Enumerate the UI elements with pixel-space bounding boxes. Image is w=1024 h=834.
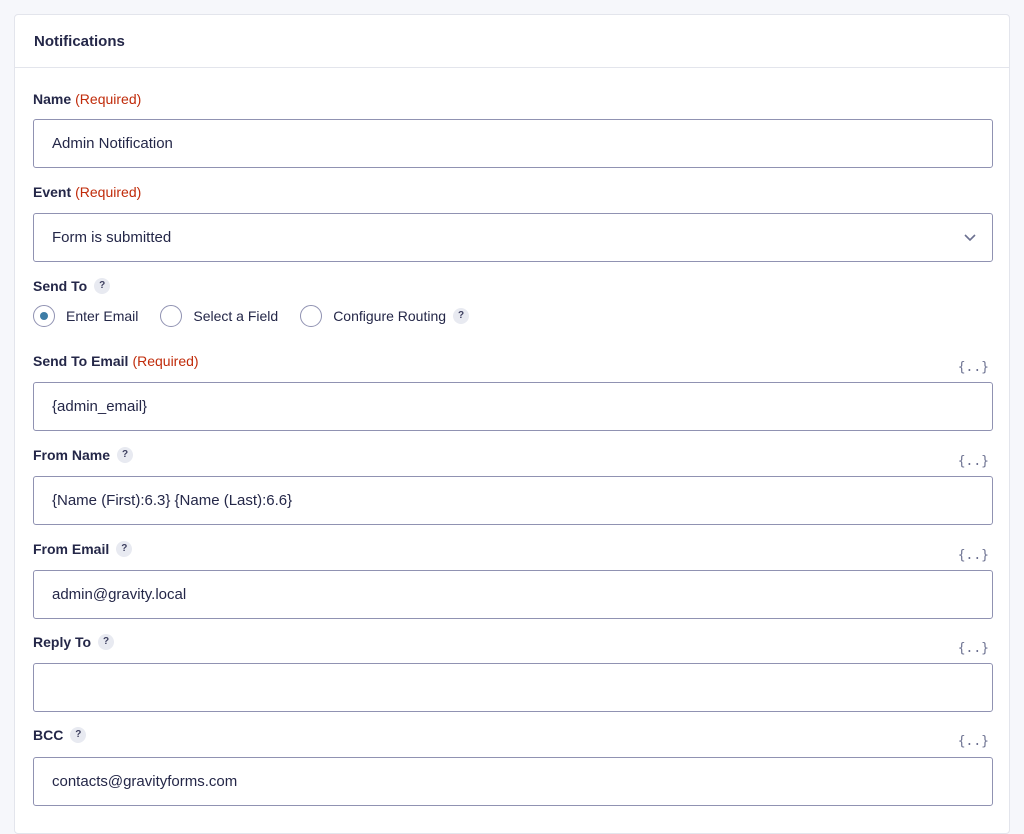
radio-select-field[interactable]: Select a Field	[160, 305, 278, 327]
radio-label: Configure Routing	[333, 308, 447, 324]
radio-button-checked[interactable]	[33, 305, 55, 327]
reply-to-label: Reply To ?	[33, 634, 115, 650]
merge-tag-icon[interactable]: {..}	[958, 641, 989, 656]
from-name-input[interactable]	[33, 476, 993, 525]
name-label: Name (Required)	[33, 91, 141, 107]
panel-title: Notifications	[15, 15, 1009, 68]
help-icon[interactable]: ?	[98, 634, 115, 650]
from-name-label-text: From Name	[33, 447, 111, 463]
from-name-label: From Name ?	[33, 447, 134, 463]
merge-tag-icon[interactable]: {..}	[958, 548, 989, 563]
reply-to-label-text: Reply To	[33, 634, 92, 650]
event-label-text: Event	[33, 184, 72, 200]
event-label: Event (Required)	[33, 184, 141, 200]
from-email-label-text: From Email	[33, 541, 110, 557]
event-required: (Required)	[75, 184, 142, 200]
send-to-email-input[interactable]	[33, 382, 993, 431]
send-to-email-required: (Required)	[132, 353, 199, 369]
bcc-label: BCC ?	[33, 727, 87, 743]
event-select-value[interactable]: Form is submitted	[33, 213, 993, 262]
radio-label: Enter Email	[66, 308, 139, 324]
send-to-email-label-text: Send To Email	[33, 353, 129, 369]
radio-button[interactable]	[160, 305, 183, 327]
radio-configure-routing[interactable]: Configure Routing ?	[300, 305, 470, 327]
radio-dot	[40, 312, 48, 320]
send-to-label: Send To ?	[33, 278, 111, 294]
send-to-label-text: Send To	[33, 278, 88, 294]
notifications-panel: Notifications Name (Required) Event (Req…	[14, 14, 1010, 834]
radio-button[interactable]	[300, 305, 323, 327]
merge-tag-icon[interactable]: {..}	[958, 734, 989, 749]
name-input[interactable]	[33, 119, 993, 168]
name-required: (Required)	[75, 91, 142, 107]
from-email-input[interactable]	[33, 570, 993, 619]
help-icon[interactable]: ?	[453, 308, 470, 324]
merge-tag-icon[interactable]: {..}	[958, 454, 989, 469]
bcc-label-text: BCC	[33, 727, 64, 743]
name-label-text: Name	[33, 91, 72, 107]
send-to-radio-group: Enter Email Select a Field Configure Rou…	[33, 305, 491, 327]
bcc-input[interactable]	[33, 757, 993, 806]
help-icon[interactable]: ?	[94, 278, 111, 294]
reply-to-input[interactable]	[33, 663, 993, 712]
merge-tag-icon[interactable]: {..}	[958, 360, 989, 375]
chevron-down-icon	[964, 234, 976, 242]
radio-enter-email[interactable]: Enter Email	[33, 305, 138, 327]
help-icon[interactable]: ?	[117, 447, 134, 463]
event-select[interactable]: Form is submitted	[33, 213, 993, 262]
from-email-label: From Email ?	[33, 541, 133, 557]
help-icon[interactable]: ?	[70, 727, 87, 743]
radio-label: Select a Field	[193, 308, 279, 324]
help-icon[interactable]: ?	[116, 541, 133, 557]
send-to-email-label: Send To Email (Required)	[33, 353, 199, 369]
